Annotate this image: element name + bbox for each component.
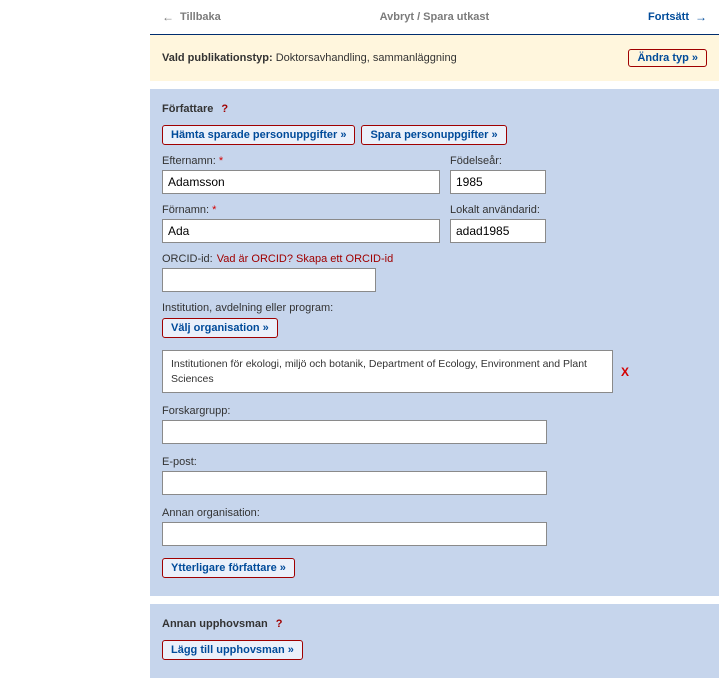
save-person-button[interactable]: Spara personuppgifter » [361,125,506,145]
arrow-left-icon: ← [162,10,174,24]
author-heading: Författare ? [162,103,707,115]
selected-org-box: Institutionen för ekologi, miljö och bot… [162,350,613,393]
help-icon[interactable]: ? [276,618,283,630]
remove-org-icon[interactable]: X [621,365,629,379]
otherorg-input[interactable] [162,522,547,546]
lastname-input[interactable] [162,170,440,194]
selected-type-bar: Vald publikationstyp: Doktorsavhandling,… [150,35,719,81]
otherorg-label: Annan organisation: [162,507,707,519]
help-icon[interactable]: ? [221,103,228,115]
researchgroup-input[interactable] [162,420,547,444]
birthyear-label: Födelseår: [450,155,546,167]
continue-link[interactable]: Fortsätt [648,11,689,23]
top-nav-bar: ← Tillbaka Avbryt / Spara utkast Fortsät… [150,0,719,35]
back-link[interactable]: Tillbaka [180,11,221,23]
change-type-button[interactable]: Ändra typ » [628,49,707,67]
cancel-save-link[interactable]: Avbryt / Spara utkast [380,11,490,23]
email-label: E-post: [162,456,707,468]
orcid-help-link[interactable]: Vad är ORCID? Skapa ett ORCID-id [217,253,393,265]
firstname-input[interactable] [162,219,440,243]
email-input[interactable] [162,471,547,495]
selected-type-label: Vald publikationstyp: Doktorsavhandling,… [162,52,457,64]
lastname-label: Efternamn: * [162,155,440,167]
select-org-button[interactable]: Välj organisation » [162,318,278,338]
firstname-label: Förnamn: * [162,204,440,216]
contributor-panel: Annan upphovsman ? Lägg till upphovsman … [150,604,719,678]
contributor-heading: Annan upphovsman ? [162,618,707,630]
more-authors-button[interactable]: Ytterligare författare » [162,558,295,578]
author-panel: Författare ? Hämta sparade personuppgift… [150,89,719,596]
birthyear-input[interactable] [450,170,546,194]
institution-label: Institution, avdelning eller program: [162,302,707,314]
orcid-label: ORCID-id: [162,253,213,265]
researchgroup-label: Forskargrupp: [162,405,707,417]
orcid-input[interactable] [162,268,376,292]
fetch-person-button[interactable]: Hämta sparade personuppgifter » [162,125,355,145]
add-contributor-button[interactable]: Lägg till upphovsman » [162,640,303,660]
localuser-label: Lokalt användarid: [450,204,546,216]
arrow-right-icon: → [695,10,707,24]
localuser-input[interactable] [450,219,546,243]
